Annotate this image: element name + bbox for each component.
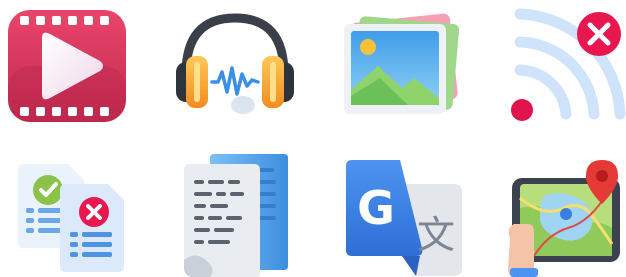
document-approved-rejected-icon [14, 160, 126, 277]
cjk-glyph: 文 [417, 213, 455, 257]
video-play-icon [6, 10, 128, 122]
image-gallery-icon [340, 10, 462, 122]
letter-g-glyph: G [357, 181, 395, 235]
tablet-map-icon [504, 158, 626, 277]
icon-sheet: { "icons": [ {"id": "video-play", "color… [0, 0, 626, 277]
paper-document-icon [180, 150, 296, 277]
headphones-icon [172, 10, 298, 122]
wifi-off-icon [502, 6, 626, 128]
translate-icon: G 文 [342, 156, 466, 277]
